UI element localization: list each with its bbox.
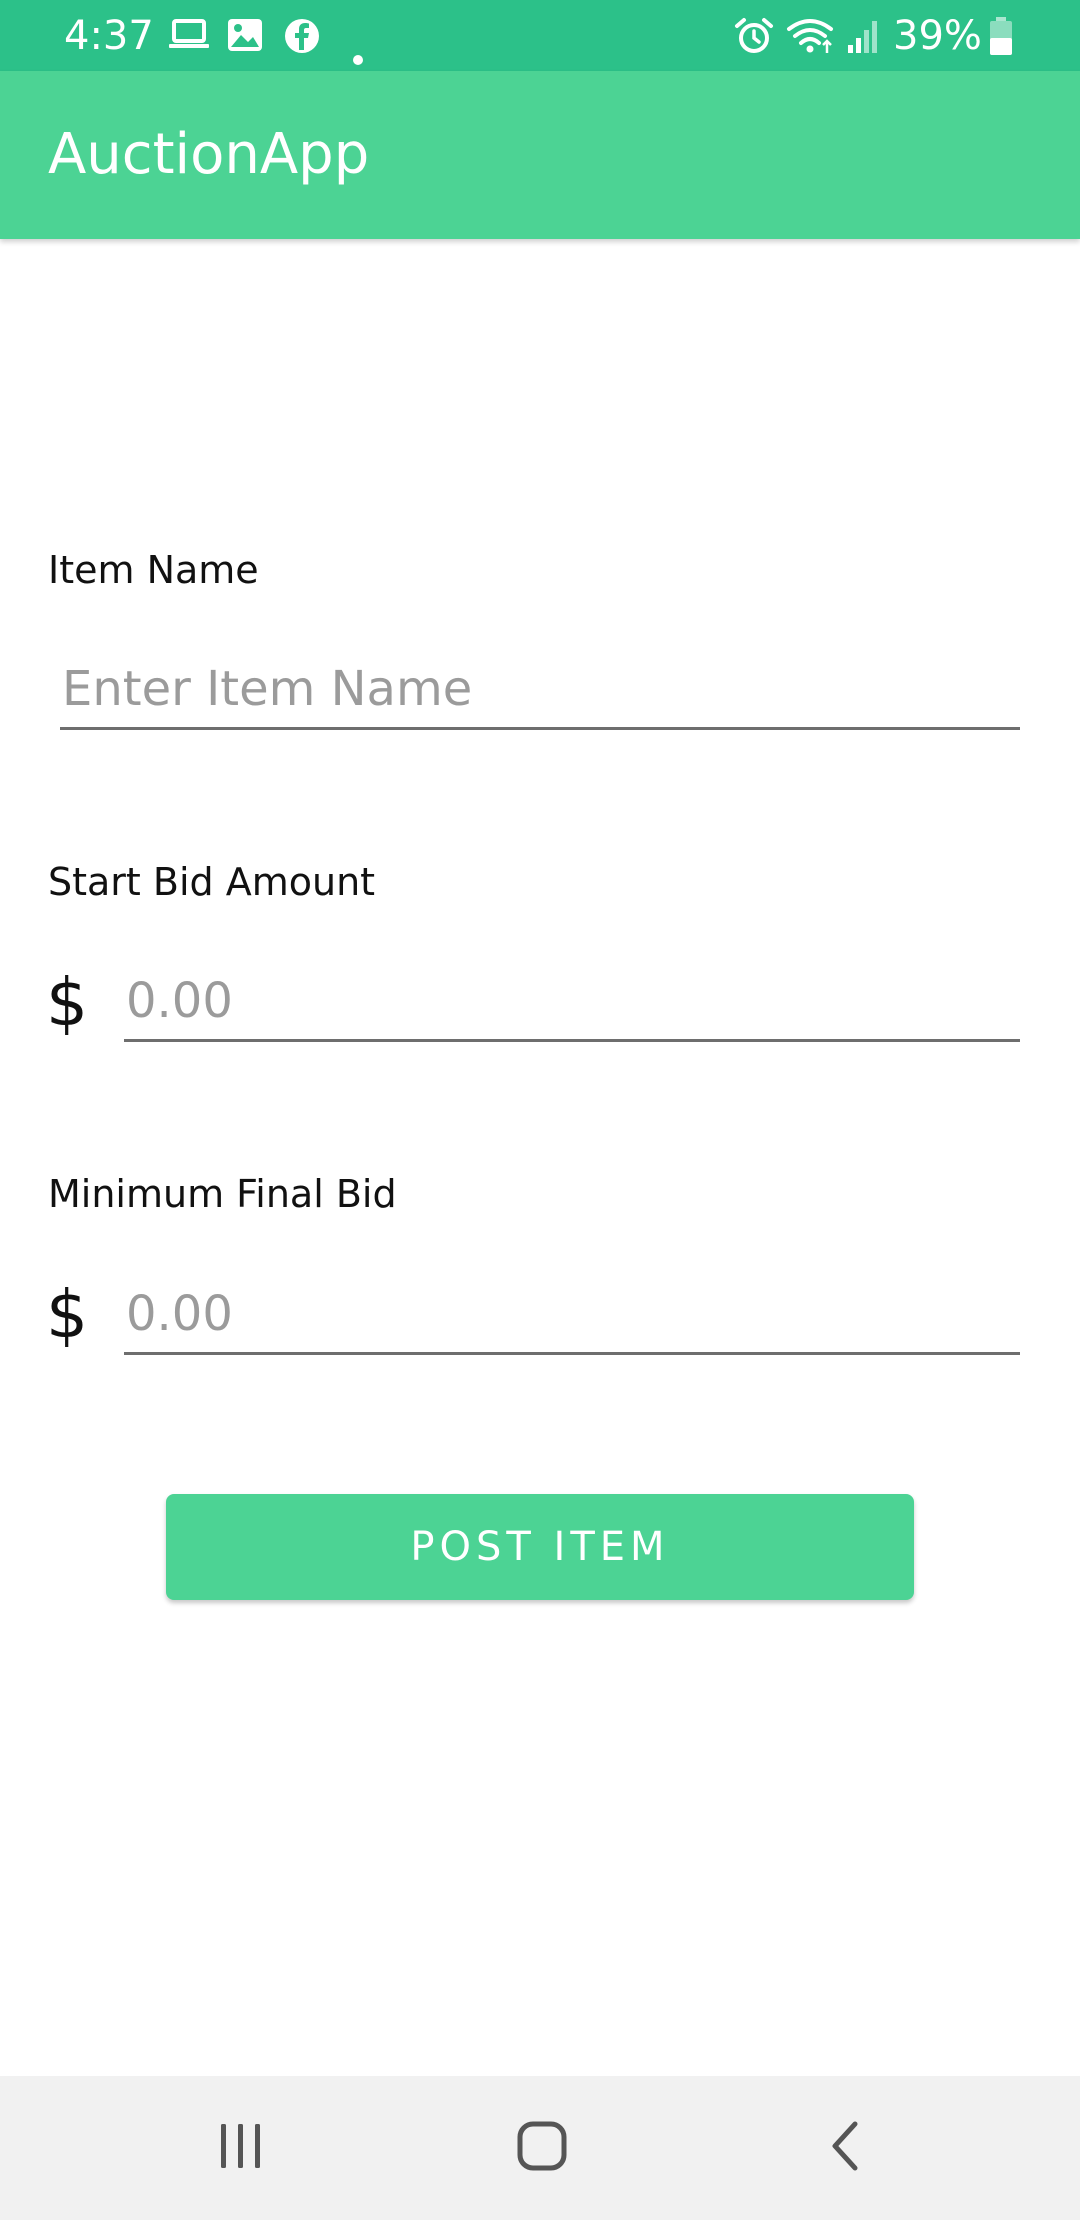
status-bar: 4:37 39% — [0, 0, 1080, 71]
alarm-icon — [734, 17, 774, 65]
battery-icon — [988, 16, 1014, 66]
recent-apps-icon — [217, 2121, 265, 2176]
start-bid-label: Start Bid Amount — [48, 860, 376, 904]
item-name-label: Item Name — [48, 548, 259, 592]
minimum-final-bid-label: Minimum Final Bid — [48, 1172, 397, 1216]
post-item-button[interactable]: POST ITEM — [166, 1494, 914, 1600]
laptop-icon — [168, 17, 210, 63]
home-icon — [516, 2120, 568, 2177]
start-bid-input[interactable] — [124, 962, 1020, 1042]
app-title: AuctionApp — [48, 122, 370, 187]
app-bar: AuctionApp — [0, 71, 1080, 239]
signal-icon — [846, 17, 882, 65]
home-button[interactable] — [467, 2076, 617, 2220]
auction-post-item-screen: 4:37 39% AuctionApp Item Name Enter Item… — [0, 0, 1080, 2220]
navigation-bar — [0, 2076, 1080, 2220]
status-time: 4:37 — [64, 13, 154, 59]
back-button[interactable] — [770, 2076, 920, 2220]
image-icon — [226, 17, 264, 63]
start-bid-currency-symbol: $ — [46, 964, 88, 1041]
dot-icon — [352, 30, 364, 76]
minimum-final-bid-currency-symbol: $ — [46, 1276, 88, 1353]
item-name-input[interactable] — [60, 650, 1020, 730]
facebook-icon — [283, 17, 321, 65]
recent-apps-button[interactable] — [166, 2076, 316, 2220]
minimum-final-bid-input[interactable] — [124, 1275, 1020, 1355]
back-icon — [827, 2120, 863, 2177]
wifi-icon — [786, 17, 836, 65]
battery-percentage: 39% — [893, 13, 982, 59]
